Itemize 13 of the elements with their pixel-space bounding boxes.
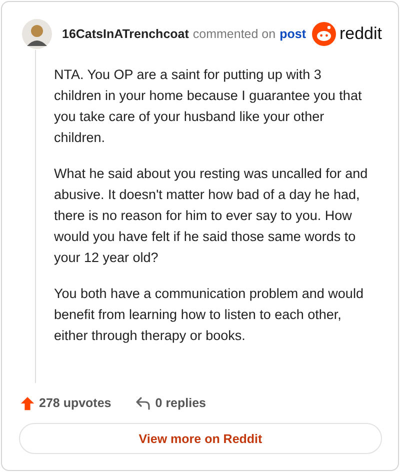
action-text: commented on xyxy=(192,27,276,41)
reply-icon[interactable] xyxy=(135,395,152,411)
reply-count: 0 replies xyxy=(155,396,206,410)
upvote-arrow-icon[interactable] xyxy=(20,396,35,410)
comment-paragraph: You both have a communication problem and would benefit from learning how to listen to each other, either through therapy or books. xyxy=(54,285,364,345)
comment-paragraph: What he said about you resting was uncalled for and abusive. It doesn't matter how bad of a day he had, there is no reason for him to ever say to you. How would you have felt if he said those same words to your 12 year old? xyxy=(54,165,369,267)
view-more-button[interactable]: View more on Reddit xyxy=(19,423,382,454)
upvote-count: 278 upvotes xyxy=(39,396,112,410)
brand-wordmark: reddit xyxy=(339,24,382,44)
author-name[interactable]: 16CatsInATrenchcoat xyxy=(62,27,189,41)
avatar-icon[interactable] xyxy=(22,19,52,49)
comment-paragraph: NTA. You OP are a saint for putting up with 3 children in your home because I guarantee you that you take care of your husband like your other children. xyxy=(54,66,363,147)
post-link[interactable]: post xyxy=(280,27,306,41)
